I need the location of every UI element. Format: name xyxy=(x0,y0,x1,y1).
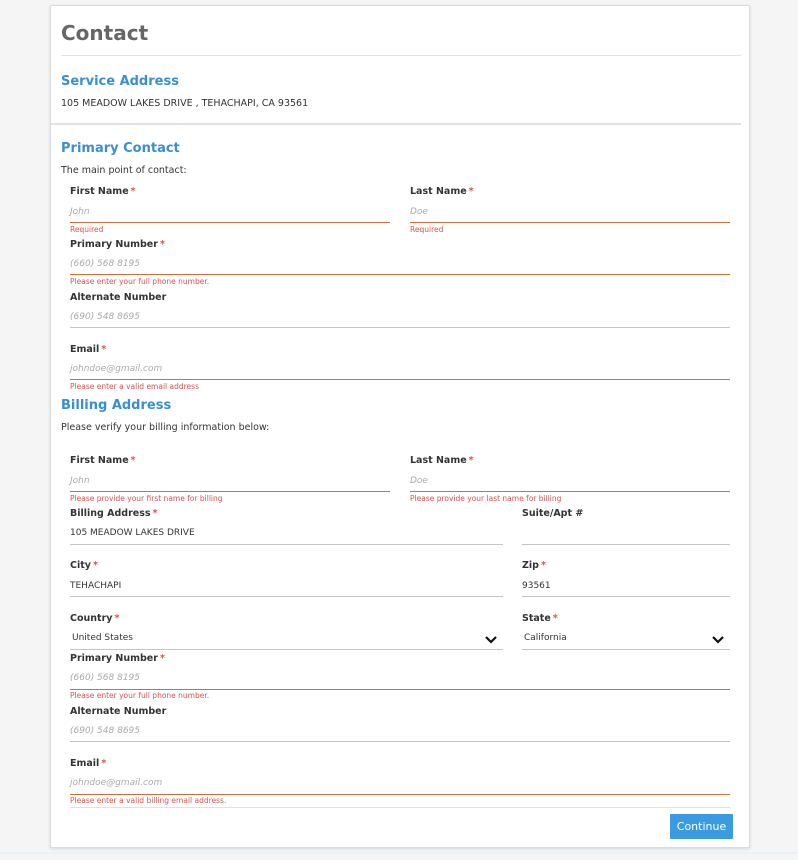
required-marker: * xyxy=(152,508,158,519)
field-underline xyxy=(70,544,503,545)
chevron-down-icon xyxy=(712,636,724,644)
billing-last-name-input[interactable]: Doe xyxy=(410,476,730,490)
chevron-down-icon xyxy=(485,636,497,644)
required-marker: * xyxy=(552,613,558,624)
service-address-title: Service Address xyxy=(61,74,179,89)
primary-first-name-error: Required xyxy=(70,225,104,234)
billing-last-name-error: Please provide your last name for billin… xyxy=(410,494,562,503)
billing-alternate-number-label: Alternate Number xyxy=(70,706,167,717)
billing-email-label: Email * xyxy=(70,758,107,769)
required-marker: * xyxy=(114,613,120,624)
divider xyxy=(61,55,741,56)
billing-primary-number-input[interactable]: (660) 568 8195 xyxy=(70,673,730,687)
required-marker: * xyxy=(540,560,546,571)
suite-label: Suite/Apt # xyxy=(522,508,584,519)
field-underline xyxy=(70,274,730,275)
required-marker: * xyxy=(130,186,136,197)
required-marker: * xyxy=(101,344,107,355)
country-select-value: United States xyxy=(72,633,133,643)
email-input[interactable]: johndoe@gmail.com xyxy=(70,364,730,378)
required-marker: * xyxy=(101,758,107,769)
billing-address-subtitle: Please verify your billing information b… xyxy=(61,422,270,433)
field-underline xyxy=(70,222,390,223)
field-underline xyxy=(70,379,730,380)
contact-card: Contact Service Address 105 MEADOW LAKES… xyxy=(50,5,750,848)
field-underline xyxy=(70,596,503,597)
primary-last-name-error: Required xyxy=(410,225,444,234)
alternate-number-label: Alternate Number xyxy=(70,292,167,303)
state-select[interactable]: California xyxy=(522,630,730,649)
field-underline xyxy=(70,689,730,690)
primary-number-input[interactable]: (660) 568 8195 xyxy=(70,259,730,273)
primary-contact-title: Primary Contact xyxy=(61,141,180,156)
billing-first-name-input[interactable]: John xyxy=(70,476,390,490)
zip-input[interactable]: 93561 xyxy=(522,581,730,595)
alternate-number-input[interactable]: (690) 548 8695 xyxy=(70,312,730,326)
billing-first-name-label: First Name * xyxy=(70,455,136,466)
field-underline xyxy=(522,649,730,650)
field-underline xyxy=(410,222,730,223)
billing-email-input[interactable]: johndoe@gmail.com xyxy=(70,778,730,792)
required-marker: * xyxy=(159,653,165,664)
billing-primary-number-error: Please enter your full phone number. xyxy=(70,691,210,700)
field-underline xyxy=(70,741,730,742)
field-underline xyxy=(70,327,730,328)
primary-first-name-input[interactable]: John xyxy=(70,207,390,221)
suite-input[interactable] xyxy=(522,528,730,542)
billing-address-label: Billing Address * xyxy=(70,508,158,519)
required-marker: * xyxy=(468,186,474,197)
divider xyxy=(51,123,741,125)
page-bottom-border xyxy=(0,852,798,854)
billing-email-error: Please enter a valid billing email addre… xyxy=(70,796,227,805)
primary-last-name-input[interactable]: Doe xyxy=(410,207,730,221)
primary-first-name-label: First Name * xyxy=(70,186,136,197)
service-address-text: 105 MEADOW LAKES DRIVE , TEHACHAPI, CA 9… xyxy=(61,98,309,109)
field-underline xyxy=(522,596,730,597)
city-label: City * xyxy=(70,560,98,571)
page-title: Contact xyxy=(61,21,149,45)
required-marker: * xyxy=(159,239,165,250)
required-marker: * xyxy=(130,455,136,466)
email-error: Please enter a valid email address xyxy=(70,382,199,391)
divider xyxy=(70,807,730,808)
email-label: Email * xyxy=(70,344,107,355)
country-select[interactable]: United States xyxy=(70,630,503,649)
billing-address-title: Billing Address xyxy=(61,398,172,413)
required-marker: * xyxy=(468,455,474,466)
billing-address-input[interactable]: 105 MEADOW LAKES DRIVE xyxy=(70,528,503,542)
field-underline xyxy=(70,794,730,795)
field-underline xyxy=(410,491,730,492)
billing-alternate-number-input[interactable]: (690) 548 8695 xyxy=(70,726,730,740)
primary-number-error: Please enter your full phone number. xyxy=(70,277,210,286)
primary-contact-subtitle: The main point of contact: xyxy=(61,165,187,176)
field-underline xyxy=(70,649,503,650)
field-underline xyxy=(522,544,730,545)
billing-last-name-label: Last Name * xyxy=(410,455,474,466)
continue-button[interactable]: Continue xyxy=(670,814,733,839)
state-select-value: California xyxy=(524,633,567,643)
billing-primary-number-label: Primary Number * xyxy=(70,653,165,664)
primary-number-label: Primary Number * xyxy=(70,239,165,250)
field-underline xyxy=(70,491,390,492)
zip-label: Zip * xyxy=(522,560,546,571)
state-label: State * xyxy=(522,613,558,624)
city-input[interactable]: TEHACHAPI xyxy=(70,581,503,595)
country-label: Country * xyxy=(70,613,120,624)
billing-first-name-error: Please provide your first name for billi… xyxy=(70,494,223,503)
required-marker: * xyxy=(92,560,98,571)
primary-last-name-label: Last Name * xyxy=(410,186,474,197)
